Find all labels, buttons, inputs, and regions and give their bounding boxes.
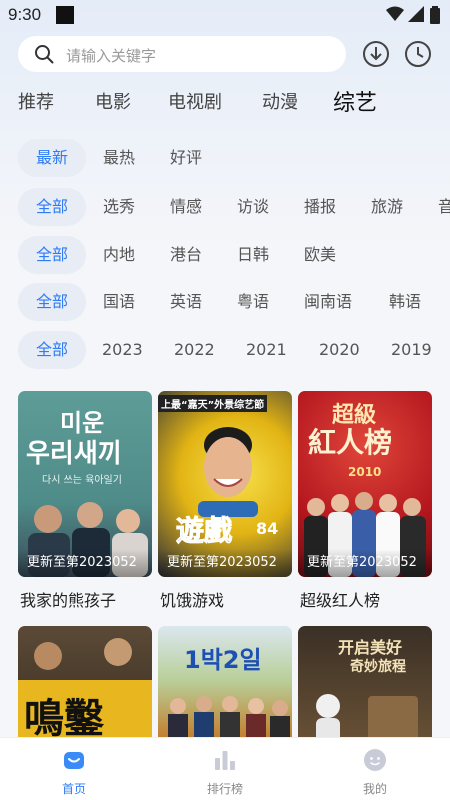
- filter-lang-korean[interactable]: 韩语: [389, 283, 421, 321]
- status-time: 9:30: [8, 5, 42, 24]
- tab-anime[interactable]: 动漫: [262, 88, 298, 114]
- poster-episode-number: 84: [256, 519, 279, 538]
- nav-home-label: 首页: [61, 782, 86, 796]
- search-icon: [35, 45, 54, 64]
- filter-type-broadcast[interactable]: 播报: [304, 188, 336, 226]
- profile-icon: [364, 749, 386, 771]
- search-bar[interactable]: 请输入关键字: [18, 36, 346, 72]
- filter-sort-latest[interactable]: 最新: [18, 139, 86, 177]
- filter-lang-english[interactable]: 英语: [170, 283, 202, 321]
- show-card[interactable]: 鳴鑿: [18, 626, 152, 737]
- nav-profile[interactable]: 我的: [315, 738, 435, 800]
- filter-year-2020[interactable]: 2020: [319, 331, 360, 369]
- show-poster[interactable]: 1박2일: [158, 626, 292, 737]
- nav-profile-label: 我的: [362, 782, 387, 796]
- history-icon[interactable]: [404, 40, 432, 68]
- filter-type-talent[interactable]: 选秀: [103, 188, 135, 226]
- nav-home[interactable]: 首页: [14, 738, 134, 800]
- filter-lang-minnan[interactable]: 闽南语: [304, 283, 352, 321]
- episode-badge: 更新至第2023052: [18, 549, 152, 577]
- filter-year-2019[interactable]: 2019: [391, 331, 432, 369]
- tab-movies[interactable]: 电影: [95, 88, 131, 114]
- poster-tagline: 上最“嘉天”外景综艺節: [158, 395, 268, 412]
- filter-year-2023[interactable]: 2023: [102, 331, 143, 369]
- poster-title-line1: 开启美好: [338, 638, 403, 657]
- wifi-icon: [386, 6, 404, 21]
- filter-type-interview[interactable]: 访谈: [237, 188, 269, 226]
- poster-title: 1박2일: [184, 646, 262, 674]
- show-card[interactable]: 超級 紅人榜 2010 更新至第2023052 超级红人榜: [298, 391, 432, 611]
- filter-sort-hot[interactable]: 最热: [103, 139, 135, 177]
- show-card[interactable]: 미운 우리새끼 다시 쓰는 육아일기 更新至第2023052 我家的熊孩子: [18, 391, 152, 611]
- filter-year-all[interactable]: 全部: [18, 331, 86, 369]
- show-card[interactable]: 上最“嘉天”外景综艺節 遊戲 84 更新至第2023052 饥饿游戏: [158, 391, 292, 611]
- region-filter-row: 全部 内地 港台 日韩 欧美: [0, 236, 450, 276]
- filter-type-all[interactable]: 全部: [18, 188, 86, 226]
- poster-year: 2010: [348, 465, 382, 479]
- show-title[interactable]: 超级红人榜: [300, 587, 380, 611]
- filter-region-hk-tw[interactable]: 港台: [170, 236, 202, 274]
- filter-region-jp-kr[interactable]: 日韩: [237, 236, 269, 274]
- filter-type-music[interactable]: 音: [438, 188, 450, 226]
- notification-icon: [56, 6, 74, 24]
- tab-tv-series[interactable]: 电视剧: [168, 88, 222, 114]
- bottom-nav: 首页 排行榜 我的: [0, 737, 450, 800]
- filter-type-travel[interactable]: 旅游: [371, 188, 403, 226]
- battery-icon: [430, 6, 440, 24]
- poster-people-image: [168, 696, 290, 737]
- show-poster[interactable]: 超級 紅人榜 2010 更新至第2023052: [298, 391, 432, 577]
- episode-badge: 更新至第2023052: [298, 549, 432, 577]
- poster-host-image: [198, 427, 258, 517]
- download-icon[interactable]: [362, 40, 390, 68]
- show-poster[interactable]: 미운 우리새끼 다시 쓰는 육아일기 更新至第2023052: [18, 391, 152, 577]
- filter-region-all[interactable]: 全部: [18, 236, 86, 274]
- poster-title-line2: 紅人榜: [308, 426, 393, 459]
- show-title[interactable]: 我家的熊孩子: [20, 587, 116, 611]
- poster-subtitle: 다시 쓰는 육아일기: [42, 475, 122, 486]
- nav-ranking[interactable]: 排行榜: [165, 738, 285, 800]
- show-card[interactable]: 1박2일: [158, 626, 292, 737]
- poster-title: 遊戲: [175, 514, 233, 548]
- nav-ranking-label: 排行榜: [206, 782, 243, 796]
- search-input[interactable]: 请输入关键字: [66, 45, 156, 66]
- filter-type-romance[interactable]: 情感: [170, 188, 202, 226]
- poster-figure-image: [316, 694, 418, 737]
- sort-filter-row: 最新 最热 好评: [0, 139, 450, 179]
- status-bar: 9:30: [0, 0, 450, 32]
- filter-region-euro-us[interactable]: 欧美: [304, 236, 336, 274]
- poster-title-line2: 우리새끼: [26, 439, 122, 469]
- show-poster[interactable]: 开启美好 奇妙旅程: [298, 626, 432, 737]
- channel-tabs: 推荐 电影 电视剧 动漫 综艺: [0, 88, 450, 124]
- filter-sort-rated[interactable]: 好评: [170, 139, 202, 177]
- language-filter-row: 全部 国语 英语 粤语 闽南语 韩语: [0, 283, 450, 323]
- filter-year-2022[interactable]: 2022: [174, 331, 215, 369]
- year-filter-row: 全部 2023 2022 2021 2020 2019: [0, 331, 450, 371]
- ranking-icon: [215, 751, 235, 770]
- filter-lang-all[interactable]: 全部: [18, 283, 86, 321]
- filter-lang-cantonese[interactable]: 粤语: [237, 283, 269, 321]
- tab-recommend[interactable]: 推荐: [18, 88, 54, 114]
- poster-title: 鳴鑿: [24, 696, 104, 737]
- home-icon: [64, 752, 84, 769]
- show-poster[interactable]: 鳴鑿: [18, 626, 152, 737]
- show-title[interactable]: 饥饿游戏: [160, 587, 224, 611]
- episode-badge: 更新至第2023052: [158, 549, 292, 577]
- tab-variety[interactable]: 综艺: [333, 85, 377, 117]
- poster-title-line2: 奇妙旅程: [350, 659, 406, 675]
- show-poster[interactable]: 上最“嘉天”外景综艺節 遊戲 84 更新至第2023052: [158, 391, 292, 577]
- filter-year-2021[interactable]: 2021: [246, 331, 287, 369]
- filter-lang-mandarin[interactable]: 国语: [103, 283, 135, 321]
- type-filter-row: 全部 选秀 情感 访谈 播报 旅游 音: [0, 188, 450, 228]
- filter-region-mainland[interactable]: 内地: [103, 236, 135, 274]
- show-card[interactable]: 开启美好 奇妙旅程: [298, 626, 432, 737]
- signal-icon: [408, 6, 424, 22]
